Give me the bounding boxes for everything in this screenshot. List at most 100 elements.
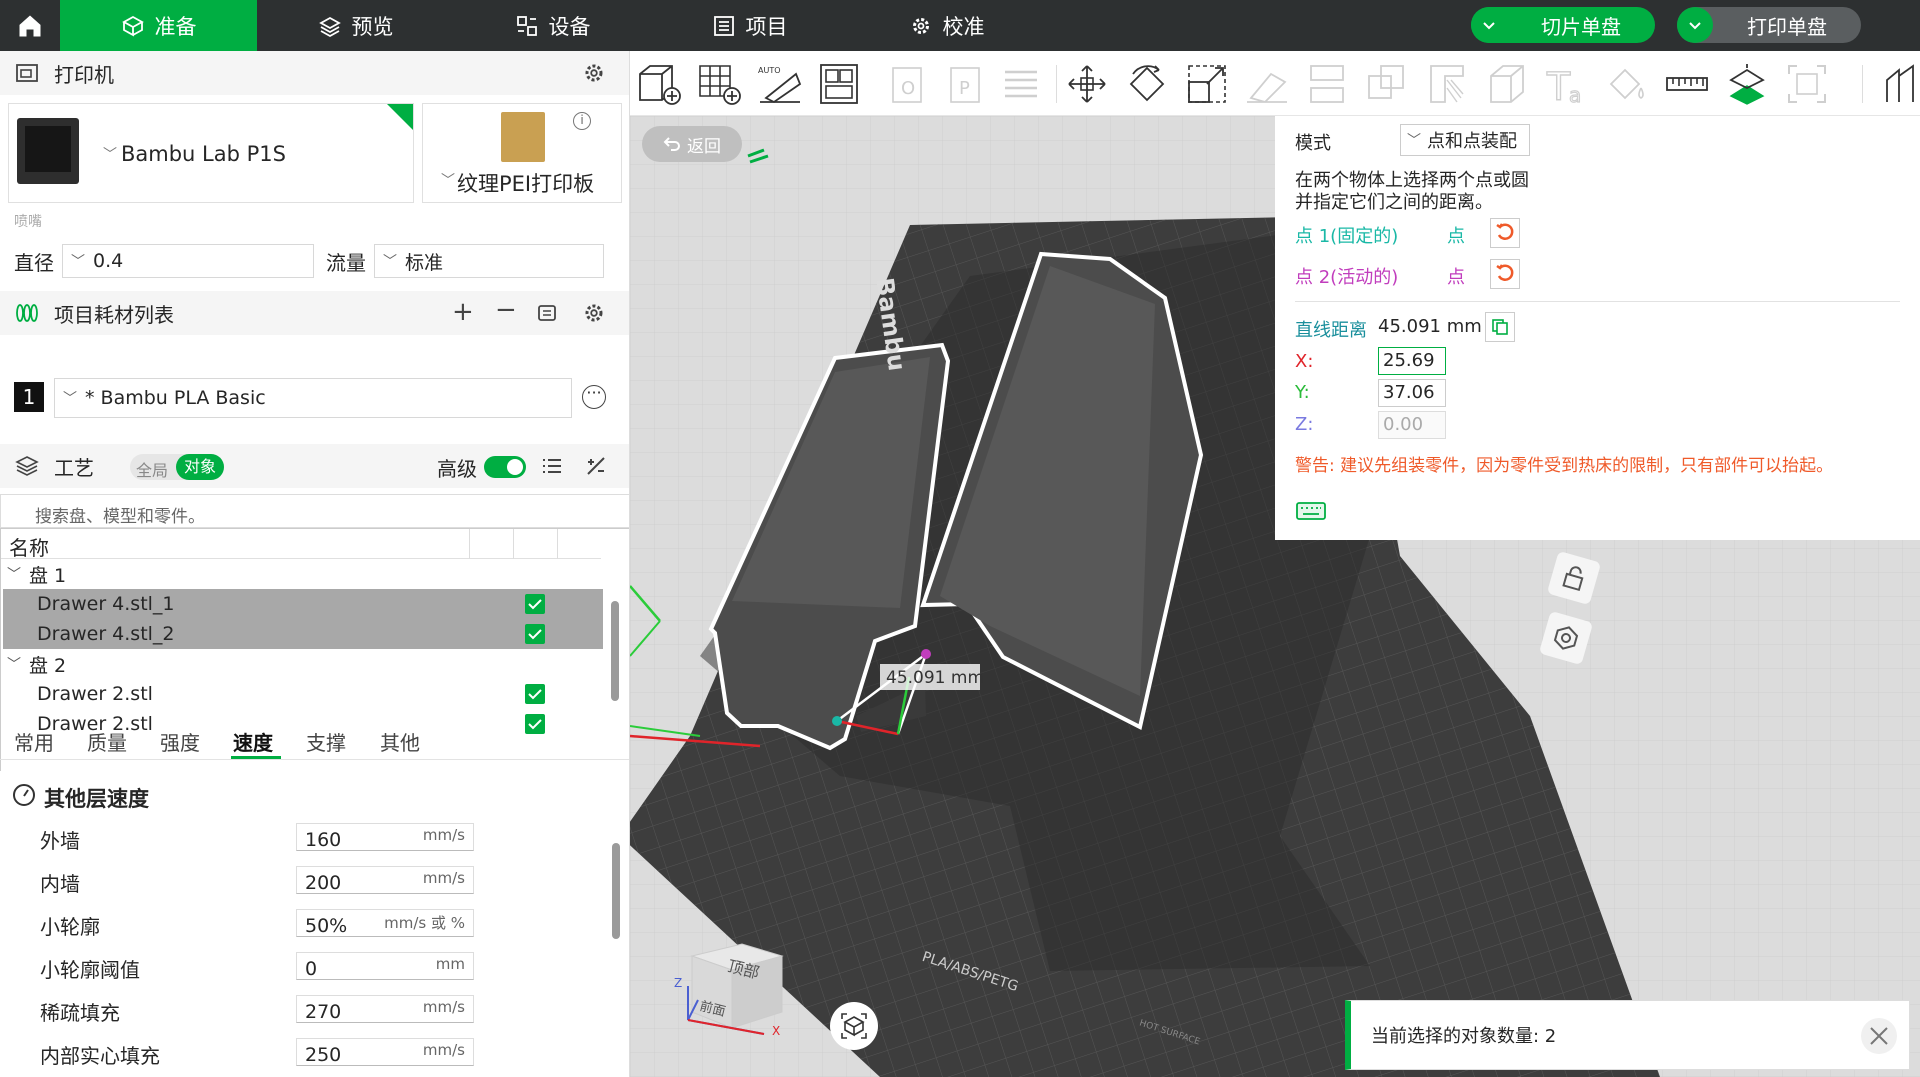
visible-checkbox[interactable] bbox=[525, 594, 545, 614]
fit-view-icon[interactable] bbox=[1782, 59, 1832, 109]
distance-overlay-label: 45.091 mm bbox=[886, 668, 985, 688]
more-options-icon[interactable]: ··· bbox=[582, 385, 606, 409]
toggle-global[interactable]: 全局 bbox=[136, 457, 168, 481]
support-paint-icon[interactable] bbox=[1422, 59, 1472, 109]
seam-paint-icon[interactable] bbox=[1482, 59, 1532, 109]
flow-select[interactable]: ﹀ 标准 bbox=[374, 244, 604, 278]
info-icon[interactable]: i bbox=[573, 112, 591, 130]
visible-checkbox[interactable] bbox=[525, 624, 545, 644]
param-input[interactable]: 270 mm/s bbox=[296, 995, 474, 1023]
copy-distance-button[interactable] bbox=[1485, 312, 1515, 342]
home-button[interactable] bbox=[0, 0, 60, 51]
compare-icon[interactable] bbox=[584, 454, 608, 483]
tab-quality[interactable]: 质量 bbox=[87, 727, 127, 756]
tree-scrollbar[interactable] bbox=[611, 601, 619, 701]
back-button[interactable]: 返回 bbox=[642, 126, 742, 162]
tree-object-row[interactable]: Drawer 4.stl_2 bbox=[3, 619, 603, 649]
z-value: 0.00 bbox=[1383, 414, 1424, 435]
text-icon[interactable]: Ta bbox=[1542, 59, 1592, 109]
tab-project[interactable]: 项目 bbox=[651, 0, 848, 51]
printer-model: Bambu Lab P1S bbox=[121, 142, 286, 166]
chevron-down-icon[interactable]: ﹀ bbox=[7, 654, 21, 674]
filament-select[interactable]: ﹀ * Bambu PLA Basic bbox=[54, 378, 572, 418]
param-input[interactable]: 50% mm/s 或 % bbox=[296, 909, 474, 937]
printer-card[interactable]: ﹀ Bambu Lab P1S bbox=[8, 103, 414, 203]
y-input[interactable]: 37.06 bbox=[1378, 379, 1446, 407]
slice-plate-button[interactable]: 切片单盘 bbox=[1471, 7, 1655, 43]
lay-on-face-icon[interactable] bbox=[1242, 59, 1292, 109]
param-input[interactable]: 250 mm/s bbox=[296, 1038, 474, 1066]
param-input[interactable]: 200 mm/s bbox=[296, 866, 474, 894]
add-plate-icon[interactable] bbox=[694, 59, 744, 109]
arrange-icon[interactable] bbox=[814, 59, 864, 109]
boolean-icon[interactable] bbox=[1362, 59, 1412, 109]
assembly-measure-icon[interactable] bbox=[1722, 59, 1772, 109]
cut-icon[interactable] bbox=[1302, 59, 1352, 109]
nozzle-diameter-select[interactable]: ﹀ 0.4 bbox=[62, 244, 314, 278]
chevron-down-icon[interactable]: ﹀ bbox=[7, 564, 21, 584]
move-icon[interactable] bbox=[1062, 59, 1112, 109]
svg-text:T: T bbox=[1546, 65, 1571, 106]
camera-reset-button[interactable] bbox=[830, 1002, 878, 1050]
x-input[interactable]: 25.69 bbox=[1378, 347, 1446, 375]
point1-reset-button[interactable] bbox=[1490, 218, 1520, 248]
param-value: 250 bbox=[305, 1044, 342, 1066]
add-icon[interactable]: + bbox=[452, 297, 474, 327]
tree-plate-1[interactable]: ﹀ 盘 1 bbox=[3, 559, 603, 589]
more-tools-icon[interactable] bbox=[1878, 59, 1920, 109]
list-view-icon[interactable] bbox=[540, 454, 564, 483]
tab-support[interactable]: 支撑 bbox=[306, 727, 346, 756]
layers-editing-icon[interactable] bbox=[996, 59, 1046, 109]
visible-checkbox[interactable] bbox=[525, 684, 545, 704]
tab-prepare[interactable]: 准备 bbox=[60, 0, 257, 51]
point2-label: 点 2(活动的) bbox=[1295, 267, 1399, 288]
global-object-toggle[interactable]: 全局 对象 bbox=[130, 454, 224, 480]
cube-icon bbox=[121, 15, 144, 37]
param-input[interactable]: 160 mm/s bbox=[296, 823, 474, 851]
axis-x-label: X bbox=[772, 1024, 781, 1038]
param-input[interactable]: 0 mm bbox=[296, 952, 474, 980]
keyboard-shortcut-button[interactable] bbox=[1295, 500, 1327, 524]
printer-section-header: 打印机 bbox=[0, 51, 629, 95]
measure-ruler-icon[interactable] bbox=[1662, 59, 1712, 109]
param-unit: mm bbox=[435, 955, 465, 973]
view-cube[interactable]: 顶部 前面 Z X bbox=[674, 916, 790, 1038]
advanced-toggle-switch[interactable] bbox=[484, 456, 526, 478]
tab-common[interactable]: 常用 bbox=[14, 727, 54, 756]
tab-speed[interactable]: 速度 bbox=[233, 727, 273, 756]
color-paint-icon[interactable] bbox=[1602, 59, 1652, 109]
rotate-icon[interactable] bbox=[1122, 59, 1172, 109]
tab-calibrate[interactable]: 校准 bbox=[848, 0, 1045, 51]
tab-others[interactable]: 其他 bbox=[380, 727, 420, 756]
tree-object-row[interactable]: Drawer 2.stl bbox=[3, 679, 603, 709]
plate-card[interactable]: i ﹀ 纹理PEI打印板 bbox=[422, 103, 622, 203]
split-parts-icon[interactable]: P bbox=[942, 59, 992, 109]
left-sidebar: 打印机 ﹀ Bambu Lab P1S i ﹀ 纹理PEI打印板 喷嘴 直径 ﹀… bbox=[0, 51, 630, 1077]
search-box[interactable]: 搜索盘、模型和零件。 bbox=[0, 494, 629, 528]
tree-object-row[interactable]: Drawer 4.stl_1 bbox=[3, 589, 603, 619]
visible-checkbox[interactable] bbox=[525, 714, 545, 734]
toggle-object[interactable]: 对象 bbox=[176, 454, 224, 480]
tab-preview[interactable]: 预览 bbox=[257, 0, 454, 51]
filament-settings-gear-icon[interactable] bbox=[582, 301, 606, 330]
filament-sync-icon[interactable] bbox=[536, 301, 560, 330]
add-object-icon[interactable] bbox=[634, 59, 684, 109]
tab-device[interactable]: 设备 bbox=[454, 0, 651, 51]
auto-orient-icon[interactable]: AUTO bbox=[754, 59, 804, 109]
close-notification-button[interactable] bbox=[1861, 1018, 1897, 1054]
params-scrollbar[interactable] bbox=[612, 843, 620, 939]
print-plate-button[interactable]: 打印单盘 bbox=[1677, 7, 1861, 43]
tree-plate-2[interactable]: ﹀ 盘 2 bbox=[3, 649, 603, 679]
scale-icon[interactable] bbox=[1182, 59, 1232, 109]
mode-select[interactable]: ﹀ 点和点装配 bbox=[1400, 124, 1530, 156]
printer-settings-gear-icon[interactable] bbox=[582, 61, 606, 90]
tab-strength[interactable]: 强度 bbox=[160, 727, 200, 756]
chevron-down-icon[interactable] bbox=[1471, 7, 1507, 43]
chevron-down-icon[interactable] bbox=[1677, 7, 1713, 43]
z-input[interactable]: 0.00 bbox=[1378, 411, 1446, 439]
minus-icon[interactable]: − bbox=[495, 295, 517, 325]
param-name: 稀疏填充 bbox=[40, 1001, 120, 1025]
point2-value: 点 bbox=[1447, 267, 1465, 288]
split-objects-icon[interactable]: O bbox=[884, 59, 934, 109]
point2-reset-button[interactable] bbox=[1490, 259, 1520, 289]
